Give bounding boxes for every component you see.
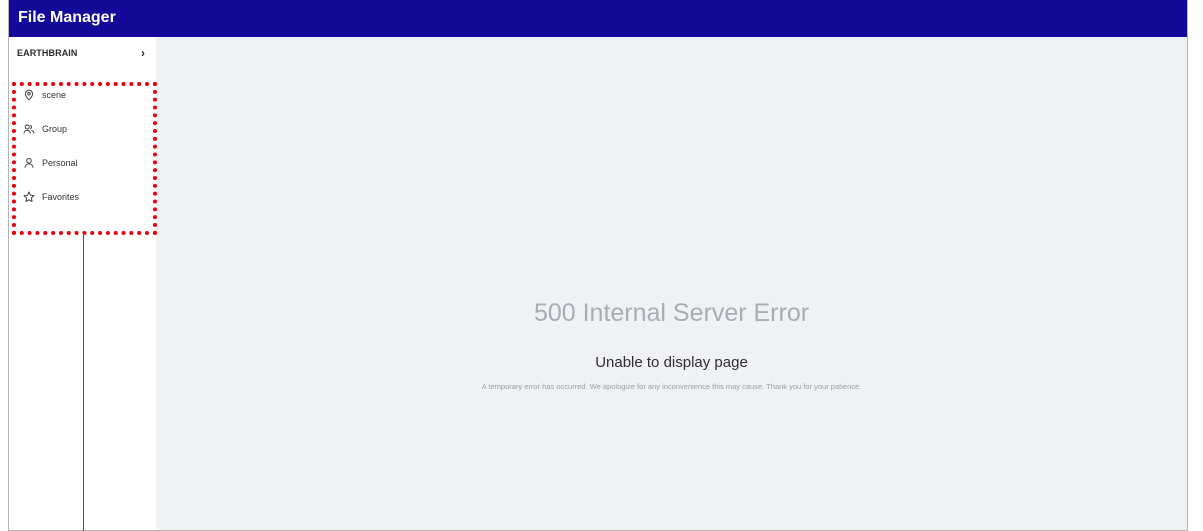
error-title: Unable to display page (595, 354, 748, 371)
title-bar: File Manager (9, 0, 1187, 37)
app-title: File Manager (18, 9, 116, 26)
sidebar-header-earthbrain[interactable]: EARTHBRAIN › (9, 37, 156, 71)
error-code-heading: 500 Internal Server Error (533, 299, 810, 327)
annotation-callout-line (83, 235, 84, 531)
chevron-right-icon[interactable]: › (141, 47, 145, 59)
error-message: A temporary error has occurred. We apolo… (481, 382, 862, 391)
main-content: 500 Internal Server Error Unable to disp… (156, 37, 1187, 530)
app-window: File Manager EARTHBRAIN › scene Group Pe… (8, 0, 1188, 531)
sidebar-header-label: EARTHBRAIN (17, 48, 78, 58)
annotation-highlight-box (12, 82, 157, 235)
